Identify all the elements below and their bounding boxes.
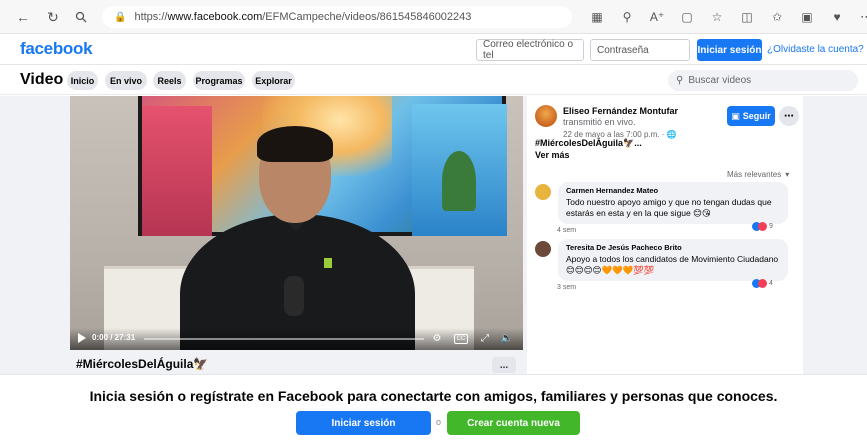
comment-author[interactable]: Teresita De Jesús Pacheco Brito bbox=[566, 243, 780, 252]
reaction-count: 4 bbox=[769, 280, 773, 287]
video-nav: Video Inicio En vivo Reels Programas Exp… bbox=[0, 65, 867, 95]
post-hashtag[interactable]: #MiércolesDelÁguila🦅... bbox=[535, 138, 642, 149]
video-more-button[interactable]: ... bbox=[492, 357, 516, 373]
favorites-icon[interactable]: ✩ bbox=[766, 6, 788, 28]
comment-text: Todo nuestro apoyo amigo y que no tengan… bbox=[566, 197, 772, 218]
banner-or-label: o bbox=[436, 417, 442, 427]
comment-reactions[interactable]: 9 bbox=[752, 221, 780, 232]
comment-author[interactable]: Carmen Hernandez Mateo bbox=[566, 186, 780, 195]
refresh-icon[interactable]: ↻ bbox=[42, 6, 64, 28]
back-icon[interactable]: ← bbox=[12, 6, 34, 28]
url-host: www.facebook.com bbox=[167, 11, 263, 23]
create-account-button[interactable]: Crear cuenta nueva bbox=[447, 411, 580, 435]
email-field[interactable]: Correo electrónico o tel bbox=[476, 39, 584, 61]
comment-time[interactable]: 4 sem bbox=[557, 227, 576, 234]
settings-icon[interactable]: ⚙ bbox=[430, 331, 444, 345]
tab-explorar[interactable]: Explorar bbox=[252, 71, 295, 90]
reaction-count: 9 bbox=[769, 223, 773, 230]
split-screen-icon[interactable]: ◫ bbox=[736, 6, 758, 28]
address-bar[interactable]: 🔒 https://www.facebook.com/EFMCampeche/v… bbox=[102, 6, 572, 28]
see-more-link[interactable]: Ver más bbox=[535, 150, 570, 160]
captions-icon[interactable]: CC bbox=[454, 334, 468, 344]
read-aloud-icon[interactable]: A⁺ bbox=[646, 6, 668, 28]
comment-bubble: Carmen Hernandez Mateo Todo nuestro apoy… bbox=[558, 182, 788, 224]
chevron-down-icon: ▾ bbox=[785, 170, 790, 179]
reader-icon[interactable]: ▦ bbox=[586, 6, 608, 28]
video-progress-bar[interactable] bbox=[144, 338, 424, 340]
tab-en-vivo[interactable]: En vivo bbox=[105, 71, 147, 90]
play-icon[interactable] bbox=[78, 333, 86, 343]
video-player[interactable]: 0:00 / 27:31 ⚙ CC ⤢ 🔈 bbox=[70, 96, 523, 350]
tab-programas[interactable]: Programas bbox=[193, 71, 245, 90]
author-action: transmitió en vivo. bbox=[563, 117, 636, 127]
search-placeholder: Buscar videos bbox=[688, 75, 752, 86]
author-avatar[interactable] bbox=[535, 105, 557, 127]
login-banner: Inicia sesión o regístrate en Facebook p… bbox=[0, 374, 867, 445]
comment-avatar[interactable] bbox=[535, 184, 551, 200]
follow-button[interactable]: ▣ Seguir bbox=[727, 106, 775, 126]
favorite-icon[interactable]: ☆ bbox=[706, 6, 728, 28]
browser-essentials-icon[interactable]: ♥ bbox=[826, 6, 848, 28]
lock-icon[interactable]: 🔒 bbox=[114, 12, 126, 23]
login-button[interactable]: Iniciar sesión bbox=[697, 39, 762, 61]
video-sidebar: Eliseo Fernández Montufar transmitió en … bbox=[527, 96, 803, 374]
video-caption: #MiércolesDelÁguila🦅 bbox=[76, 357, 209, 371]
browser-toolbar: ← ↻ 🔒 https://www.facebook.com/EFMCampec… bbox=[0, 0, 867, 34]
comment-avatar[interactable] bbox=[535, 241, 551, 257]
video-house-left bbox=[142, 106, 212, 236]
extension-icon[interactable]: ▢ bbox=[676, 6, 698, 28]
password-field[interactable]: Contraseña bbox=[590, 39, 690, 61]
love-reaction-icon bbox=[758, 279, 767, 288]
fullscreen-icon[interactable]: ⤢ bbox=[478, 331, 492, 345]
search-icon: ⚲ bbox=[676, 75, 684, 86]
facebook-logo[interactable]: facebook bbox=[20, 39, 93, 59]
author-name[interactable]: Eliseo Fernández Montufar bbox=[563, 106, 678, 116]
sort-label: Más relevantes bbox=[727, 170, 782, 179]
comment-text: Apoyo a todos los candidatos de Movimien… bbox=[566, 254, 779, 275]
video-controls: 0:00 / 27:31 ⚙ CC ⤢ 🔈 bbox=[70, 328, 523, 350]
fb-header: facebook Correo electrónico o tel Contra… bbox=[0, 34, 867, 65]
sort-comments[interactable]: Más relevantes ▾ bbox=[727, 170, 789, 179]
more-options-icon[interactable]: ⋯ bbox=[779, 106, 799, 126]
comment-bubble: Teresita De Jesús Pacheco Brito Apoyo a … bbox=[558, 239, 788, 281]
follow-icon: ▣ bbox=[731, 110, 740, 121]
author-line: Eliseo Fernández Montufar transmitió en … bbox=[563, 106, 713, 128]
collections-icon[interactable]: ▣ bbox=[796, 6, 818, 28]
tab-inicio[interactable]: Inicio bbox=[67, 71, 98, 90]
video-plant bbox=[442, 151, 476, 211]
forgot-account-link[interactable]: ¿Olvidaste la cuenta? bbox=[767, 44, 864, 55]
url-prefix: https:// bbox=[134, 11, 168, 23]
tab-reels[interactable]: Reels bbox=[153, 71, 186, 90]
love-reaction-icon bbox=[758, 222, 767, 231]
video-person-hair bbox=[257, 126, 333, 162]
volume-icon[interactable]: 🔈 bbox=[500, 331, 514, 345]
url-path: /EFMCampeche/videos/861545846002243 bbox=[262, 11, 472, 23]
comment-time[interactable]: 3 sem bbox=[557, 284, 576, 291]
video-microphone bbox=[284, 276, 304, 316]
comment-reactions[interactable]: 4 bbox=[752, 278, 780, 289]
more-icon[interactable]: ⋯ bbox=[856, 6, 867, 28]
shirt-logo bbox=[324, 258, 332, 268]
video-time: 0:00 / 27:31 bbox=[92, 333, 136, 342]
banner-text: Inicia sesión o regístrate en Facebook p… bbox=[89, 388, 778, 404]
banner-login-button[interactable]: Iniciar sesión bbox=[296, 411, 431, 435]
follow-label: Seguir bbox=[742, 111, 771, 121]
search-icon[interactable] bbox=[70, 6, 92, 28]
video-search-input[interactable]: ⚲ Buscar videos bbox=[668, 70, 858, 91]
zoom-icon[interactable]: ⚲ bbox=[616, 6, 638, 28]
page-title: Video bbox=[20, 71, 64, 88]
